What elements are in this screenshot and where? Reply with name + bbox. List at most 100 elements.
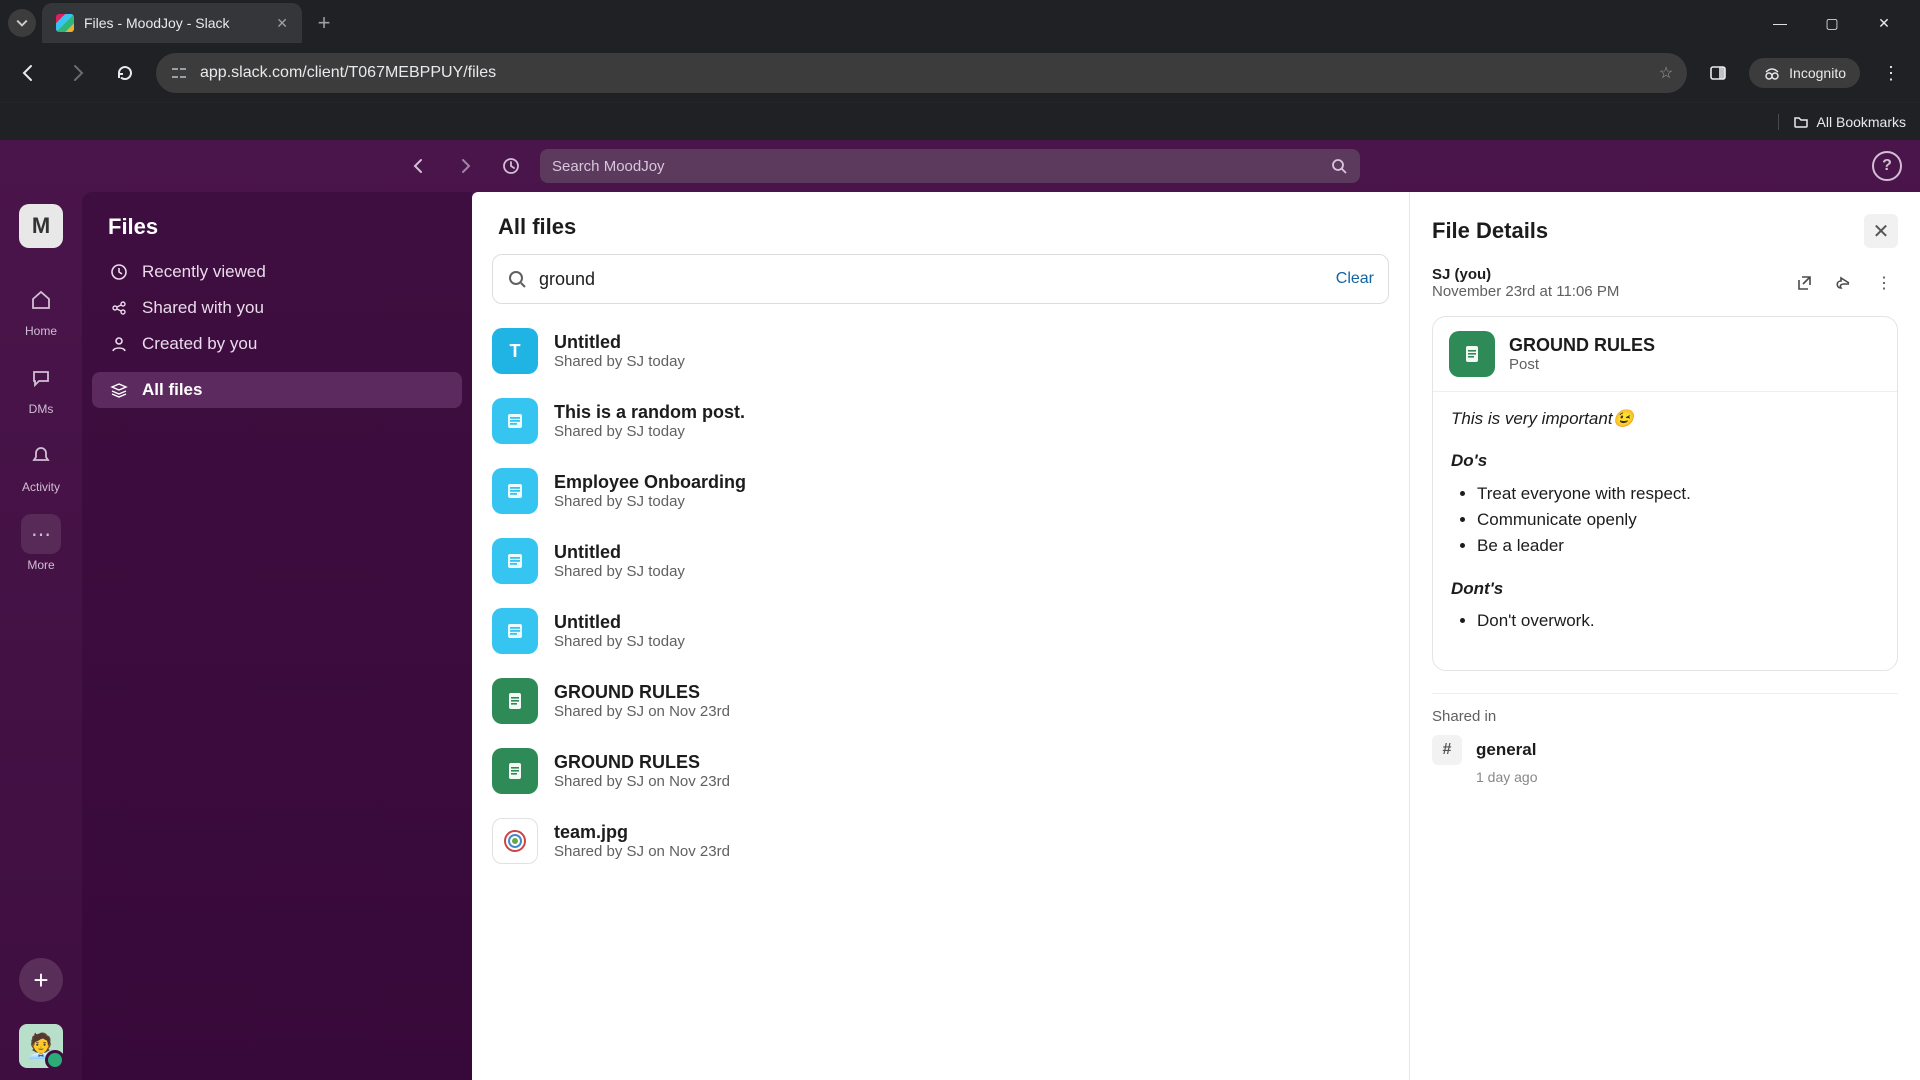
url-text: app.slack.com/client/T067MEBPPUY/files bbox=[200, 64, 1647, 82]
rail-activity-label: Activity bbox=[22, 480, 60, 494]
dos-item: Be a leader bbox=[1477, 533, 1879, 559]
new-tab-button[interactable]: + bbox=[308, 7, 340, 39]
folder-icon bbox=[1793, 114, 1809, 130]
file-subtitle: Shared by SJ today bbox=[554, 493, 746, 510]
donts-item: Don't overwork. bbox=[1477, 608, 1879, 634]
donts-list: Don't overwork. bbox=[1451, 608, 1879, 634]
file-item[interactable]: Employee OnboardingShared by SJ today bbox=[472, 456, 1409, 526]
channel-name: general bbox=[1476, 740, 1536, 760]
slack-search-bar[interactable]: Search MoodJoy bbox=[540, 149, 1360, 183]
tab-close-button[interactable]: ✕ bbox=[276, 15, 288, 32]
window-maximize-button[interactable]: ▢ bbox=[1818, 15, 1846, 32]
file-item[interactable]: team.jpgShared by SJ on Nov 23rd bbox=[472, 806, 1409, 876]
workspace-switcher[interactable]: M bbox=[19, 204, 63, 248]
more-actions-button[interactable]: ⋮ bbox=[1870, 269, 1898, 297]
file-subtitle: Shared by SJ today bbox=[554, 423, 745, 440]
history-button[interactable] bbox=[494, 149, 528, 183]
sidebar-item-label: Created by you bbox=[142, 334, 257, 354]
stack-icon bbox=[110, 381, 130, 399]
file-author: SJ (you) bbox=[1432, 266, 1778, 283]
rail-activity[interactable]: Activity bbox=[9, 430, 73, 500]
file-title: GROUND RULES bbox=[554, 682, 730, 703]
sidebar-item-all-files[interactable]: All files bbox=[92, 372, 462, 408]
close-details-button[interactable]: ✕ bbox=[1864, 214, 1898, 248]
browser-chrome: Files - MoodJoy - Slack ✕ + — ▢ ✕ app.sl… bbox=[0, 0, 1920, 140]
window-close-button[interactable]: ✕ bbox=[1870, 15, 1898, 32]
share-icon bbox=[110, 299, 130, 317]
workspace-rail: M Home DMs Activity ⋯ More + 🧑‍💼 bbox=[0, 192, 82, 1080]
file-subtitle: Shared by SJ today bbox=[554, 563, 685, 580]
browser-back-button[interactable] bbox=[12, 56, 46, 90]
site-settings-icon[interactable] bbox=[170, 64, 188, 82]
home-icon bbox=[21, 280, 61, 320]
file-title: Untitled bbox=[554, 332, 685, 353]
file-item[interactable]: UntitledShared by SJ today bbox=[472, 526, 1409, 596]
rail-home-label: Home bbox=[25, 324, 57, 338]
rail-more[interactable]: ⋯ More bbox=[9, 508, 73, 578]
share-button[interactable] bbox=[1830, 269, 1858, 297]
address-bar[interactable]: app.slack.com/client/T067MEBPPUY/files ☆ bbox=[156, 53, 1687, 93]
file-item[interactable]: TUntitledShared by SJ today bbox=[472, 316, 1409, 386]
more-icon: ⋯ bbox=[21, 514, 61, 554]
address-bar-row: app.slack.com/client/T067MEBPPUY/files ☆… bbox=[0, 46, 1920, 102]
sidebar-item-created-by-you[interactable]: Created by you bbox=[92, 326, 462, 362]
rail-create-button[interactable]: + bbox=[19, 958, 63, 1002]
window-minimize-button[interactable]: — bbox=[1766, 15, 1794, 32]
file-thumb-post-icon bbox=[492, 468, 538, 514]
search-icon bbox=[1330, 157, 1348, 175]
all-bookmarks-button[interactable]: All Bookmarks bbox=[1778, 114, 1906, 130]
browser-menu-button[interactable]: ⋮ bbox=[1874, 56, 1908, 90]
file-thumb-post-icon bbox=[492, 538, 538, 584]
incognito-chip[interactable]: Incognito bbox=[1749, 58, 1860, 88]
file-details-title: File Details bbox=[1432, 218, 1864, 244]
doc-icon bbox=[1449, 331, 1495, 377]
sidebar-title: Files bbox=[92, 210, 462, 254]
file-thumb-post-icon bbox=[492, 398, 538, 444]
file-thumb-img-icon bbox=[492, 818, 538, 864]
document-body: This is very important😉 Do's Treat every… bbox=[1433, 392, 1897, 670]
file-subtitle: Shared by SJ on Nov 23rd bbox=[554, 703, 730, 720]
main-content: All files Clear TUntitledShared by SJ to… bbox=[472, 192, 1920, 1080]
file-title: Employee Onboarding bbox=[554, 472, 746, 493]
file-title: This is a random post. bbox=[554, 402, 745, 423]
document-card: GROUND RULES Post This is very important… bbox=[1432, 316, 1898, 671]
browser-forward-button[interactable] bbox=[60, 56, 94, 90]
search-placeholder: Search MoodJoy bbox=[552, 158, 1322, 175]
file-list[interactable]: TUntitledShared by SJ todayThis is a ran… bbox=[472, 316, 1409, 876]
sidebar-item-recently-viewed[interactable]: Recently viewed bbox=[92, 254, 462, 290]
file-item[interactable]: UntitledShared by SJ today bbox=[472, 596, 1409, 666]
files-column: All files Clear TUntitledShared by SJ to… bbox=[472, 192, 1410, 1080]
tab-dropdown-button[interactable] bbox=[8, 9, 36, 37]
shared-in-label: Shared in bbox=[1432, 708, 1898, 725]
doc-intro: This is very important😉 bbox=[1451, 409, 1634, 428]
shared-in-channel[interactable]: # general bbox=[1432, 735, 1898, 765]
sidebar-item-label: All files bbox=[142, 380, 202, 400]
files-search-clear[interactable]: Clear bbox=[1336, 270, 1374, 288]
donts-header: Dont's bbox=[1451, 579, 1503, 598]
file-item[interactable]: GROUND RULESShared by SJ on Nov 23rd bbox=[472, 736, 1409, 806]
side-panel-button[interactable] bbox=[1701, 56, 1735, 90]
user-avatar[interactable]: 🧑‍💼 bbox=[19, 1024, 63, 1068]
browser-reload-button[interactable] bbox=[108, 56, 142, 90]
history-forward-button[interactable] bbox=[448, 149, 482, 183]
incognito-icon bbox=[1763, 64, 1781, 82]
rail-dms[interactable]: DMs bbox=[9, 352, 73, 422]
rail-dms-label: DMs bbox=[29, 402, 54, 416]
history-back-button[interactable] bbox=[402, 149, 436, 183]
bookmark-bar: All Bookmarks bbox=[0, 102, 1920, 140]
sidebar-item-shared-with-you[interactable]: Shared with you bbox=[92, 290, 462, 326]
search-icon bbox=[507, 269, 527, 289]
files-search-input[interactable] bbox=[539, 269, 1324, 290]
all-bookmarks-label: All Bookmarks bbox=[1817, 114, 1906, 130]
file-item[interactable]: GROUND RULESShared by SJ on Nov 23rd bbox=[472, 666, 1409, 736]
help-button[interactable]: ? bbox=[1872, 151, 1902, 181]
file-subtitle: Shared by SJ on Nov 23rd bbox=[554, 773, 730, 790]
window-controls: — ▢ ✕ bbox=[1766, 15, 1912, 32]
bookmark-star-icon[interactable]: ☆ bbox=[1659, 63, 1673, 83]
files-title: All files bbox=[472, 214, 1409, 254]
open-external-button[interactable] bbox=[1790, 269, 1818, 297]
file-item[interactable]: This is a random post.Shared by SJ today bbox=[472, 386, 1409, 456]
clock-icon bbox=[110, 263, 130, 281]
rail-home[interactable]: Home bbox=[9, 274, 73, 344]
browser-tab[interactable]: Files - MoodJoy - Slack ✕ bbox=[42, 3, 302, 43]
